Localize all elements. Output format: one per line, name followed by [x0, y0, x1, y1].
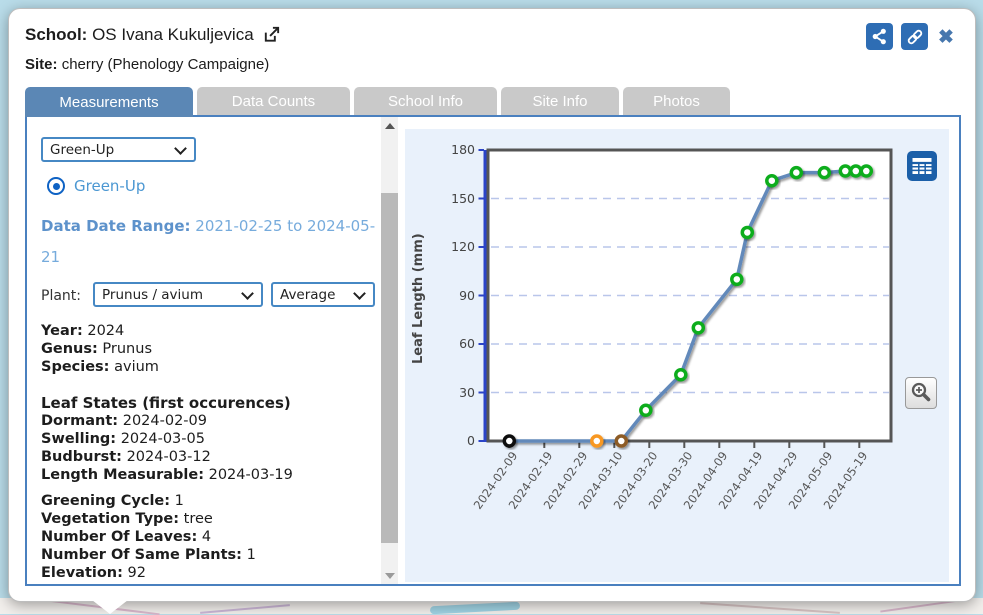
popup-title: School: OS Ivana Kukuljevica: [25, 25, 281, 49]
leaf-states-title: Leaf States (first occurences): [41, 394, 293, 412]
data-table-button[interactable]: [907, 151, 937, 181]
info-row: Species: avium: [41, 358, 159, 376]
greenup-radio[interactable]: [47, 177, 65, 195]
aggregate-select[interactable]: Average: [271, 282, 375, 307]
leaf-state-row: Dormant: 2024-02-09: [41, 412, 293, 430]
greenup-radio-row: Green-Up: [47, 177, 145, 195]
tab-school-info[interactable]: School Info: [354, 87, 497, 115]
tab-data-counts[interactable]: Data Counts: [197, 87, 350, 115]
y-tick-label: 120: [431, 239, 475, 254]
data-point-marker-swelling[interactable]: [592, 436, 602, 446]
school-label: School:: [25, 25, 87, 44]
detail-row: Greening Cycle: 1: [41, 492, 256, 510]
scroll-up-button[interactable]: [381, 117, 398, 134]
plant-info-block: Year: 2024 Genus: Prunus Species: avium: [41, 322, 159, 376]
y-tick-label: 60: [431, 336, 475, 351]
info-row: Genus: Prunus: [41, 340, 159, 358]
measure-type-select[interactable]: Green-Up: [41, 137, 196, 162]
detail-row: Number Of Same Plants: 1: [41, 546, 256, 564]
detail-row: Number Of Leaves: 4: [41, 528, 256, 546]
map-road: [200, 604, 290, 614]
y-tick-label: 150: [431, 191, 475, 206]
data-point-marker-green[interactable]: [767, 176, 777, 186]
arrow-down-icon: [385, 573, 395, 579]
share-nodes-icon: [870, 27, 889, 46]
chart-zoom-button[interactable]: [905, 377, 937, 409]
plant-label: Plant:: [41, 288, 81, 304]
chevron-down-icon: [241, 287, 254, 300]
tab-measurements[interactable]: Measurements: [25, 87, 193, 117]
data-point-marker-green[interactable]: [676, 370, 686, 380]
data-point-marker-green[interactable]: [819, 168, 829, 178]
data-table-icon: [907, 151, 937, 181]
leaf-state-row: Length Measurable: 2024-03-19: [41, 466, 293, 484]
chevron-down-icon: [174, 142, 187, 155]
site-details-popup: School: OS Ivana Kukuljevica Site: cherr…: [8, 8, 976, 602]
measurement-controls-pane: Green-Up Green-Up Data Date Range: 2021-…: [27, 117, 381, 584]
site-line: Site: cherry (Phenology Campaigne): [25, 56, 269, 73]
tab-site-info[interactable]: Site Info: [501, 87, 619, 115]
detail-row: Vegetation Type: tree: [41, 510, 256, 528]
tab-photos[interactable]: Photos: [623, 87, 730, 115]
y-tick-label: 0: [431, 433, 475, 448]
share-nodes-button[interactable]: [866, 23, 893, 50]
date-range-label: Data Date Range:: [41, 217, 191, 235]
y-axis-label: Leaf Length (mm): [411, 189, 426, 409]
plant-details-block: Greening Cycle: 1 Vegetation Type: tree …: [41, 492, 256, 582]
data-point-marker-green[interactable]: [840, 166, 850, 176]
site-value: cherry (Phenology Campaigne): [62, 56, 270, 73]
site-label: Site:: [25, 56, 58, 73]
leaf-length-chart-panel: Leaf Length (mm): [405, 129, 949, 582]
y-tick-label: 30: [431, 385, 475, 400]
measure-type-value: Green-Up: [50, 142, 114, 158]
popup-tip: [92, 600, 128, 614]
data-point-marker-green[interactable]: [641, 405, 651, 415]
data-point-marker-green[interactable]: [791, 168, 801, 178]
data-point-marker-green[interactable]: [851, 166, 861, 176]
link-button[interactable]: [901, 23, 928, 50]
measurements-tab-content: Green-Up Green-Up Data Date Range: 2021-…: [25, 115, 961, 586]
data-point-marker-dormant[interactable]: [504, 436, 514, 446]
map-road: [700, 602, 840, 614]
leaf-state-row: Swelling: 2024-03-05: [41, 430, 293, 448]
y-tick-label: 90: [431, 288, 475, 303]
arrow-up-icon: [385, 123, 395, 129]
plant-select-value: Prunus / avium: [102, 287, 203, 303]
school-name: OS Ivana Kukuljevica: [92, 25, 254, 44]
zoom-in-magnifier-icon: [908, 380, 934, 406]
close-icon[interactable]: ✖: [933, 25, 959, 51]
scroll-down-button[interactable]: [381, 567, 398, 584]
greenup-radio-label: Green-Up: [74, 177, 145, 195]
data-point-marker-green[interactable]: [732, 274, 742, 284]
plant-select[interactable]: Prunus / avium: [93, 282, 263, 307]
info-row: Year: 2024: [41, 322, 159, 340]
data-point-marker-green[interactable]: [693, 323, 703, 333]
left-pane-scrollbar[interactable]: [381, 117, 398, 584]
data-point-marker-budburst[interactable]: [616, 436, 626, 446]
link-icon: [905, 27, 925, 47]
data-date-range: Data Date Range: 2021-02-25 to 2024-05-2…: [41, 211, 381, 273]
data-point-marker-green[interactable]: [861, 166, 871, 176]
scrollbar-thumb[interactable]: [381, 193, 398, 543]
leaf-states-block: Leaf States (first occurences) Dormant: …: [41, 394, 293, 484]
data-point-marker-green[interactable]: [742, 227, 752, 237]
chevron-down-icon: [353, 287, 366, 300]
share-export-icon[interactable]: [262, 29, 281, 48]
detail-row: Elevation: 92: [41, 564, 256, 582]
y-tick-label: 180: [431, 142, 475, 157]
aggregate-select-value: Average: [280, 287, 335, 303]
leaf-state-row: Budburst: 2024-03-12: [41, 448, 293, 466]
map-water: [430, 602, 520, 615]
